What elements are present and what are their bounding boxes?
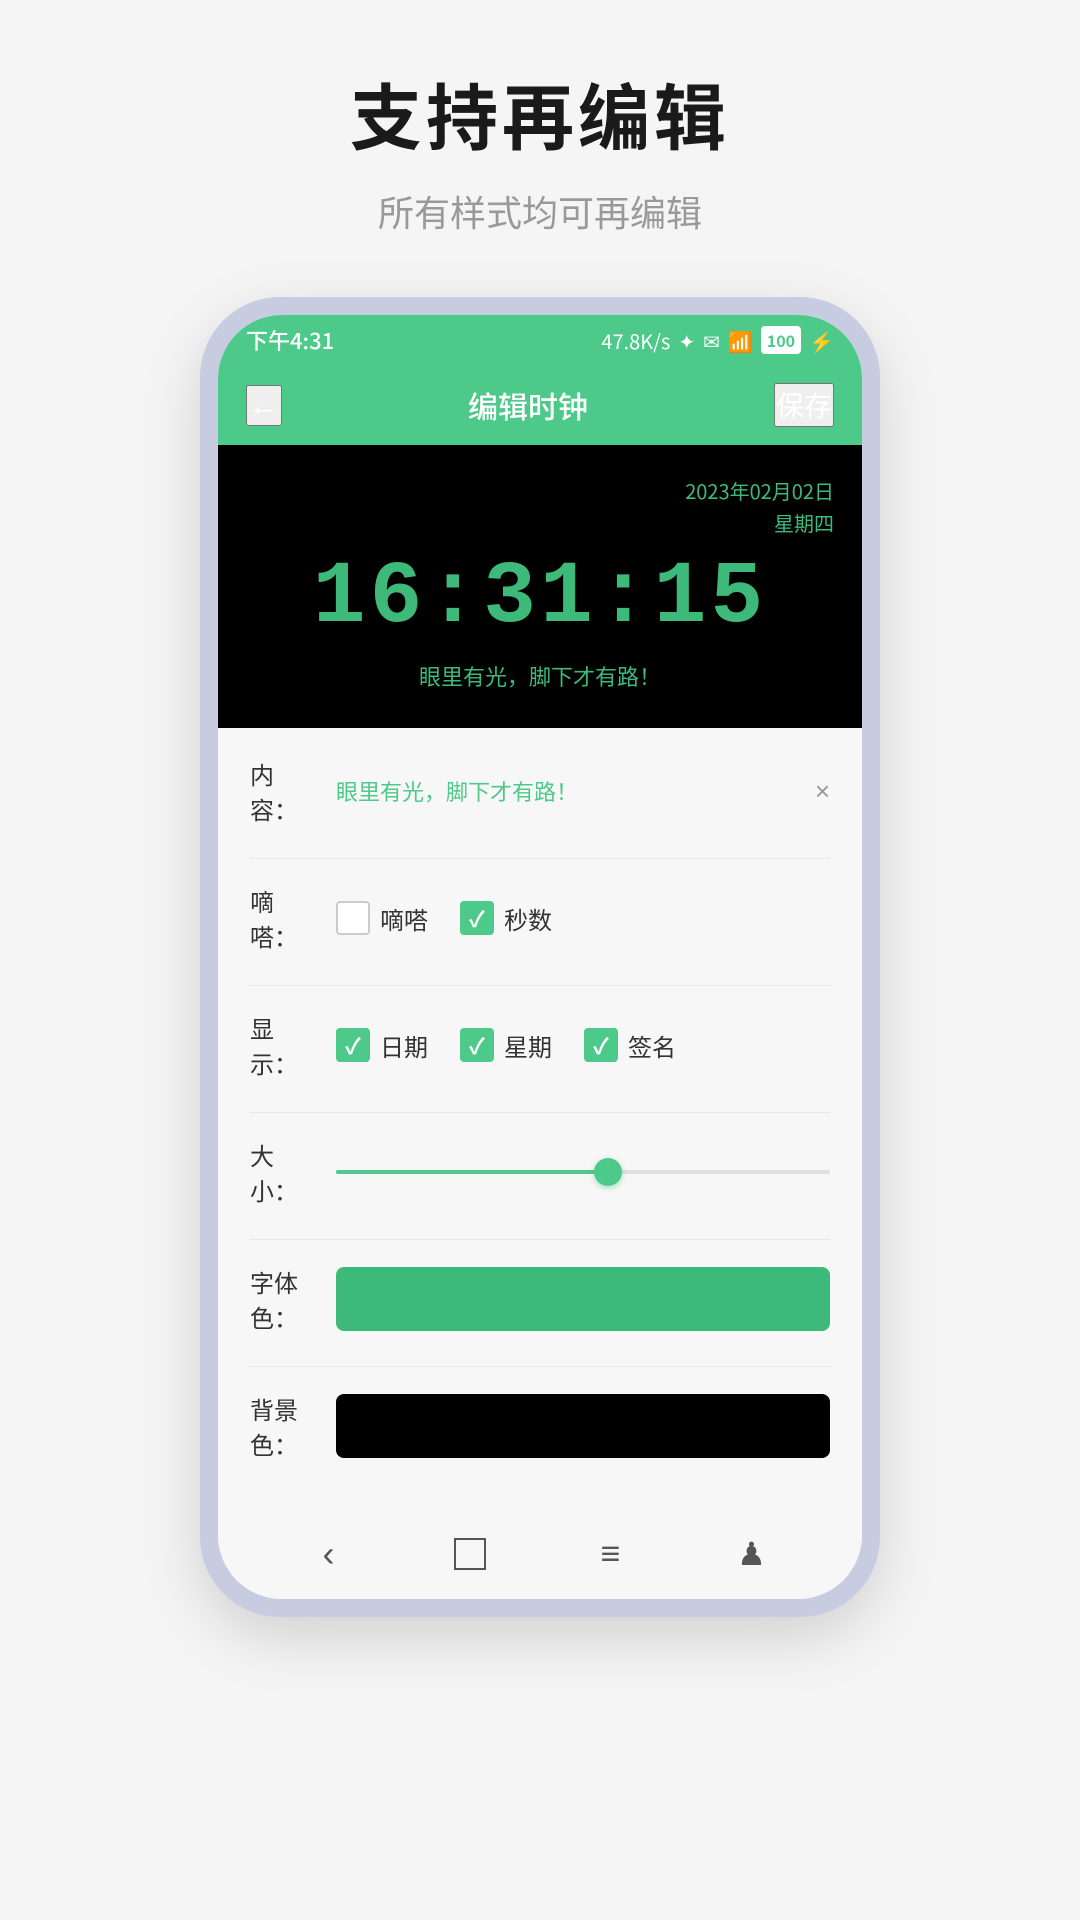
display-sign-checkbox[interactable] — [584, 1028, 618, 1062]
size-label: 大小： — [250, 1137, 320, 1207]
clock-time: 16:31:15 — [246, 549, 834, 648]
font-color-button[interactable] — [336, 1267, 830, 1331]
status-time: 下午4:31 — [246, 324, 334, 356]
settings-panel: 内容： × 嘀嗒： 嘀嗒 秒数 — [218, 728, 862, 1509]
status-bar: 下午4:31 47.8K/s ✦ ✉ 📶 100 ⚡ — [218, 315, 862, 365]
display-row: 显示： 日期 星期 签名 — [250, 1010, 830, 1080]
slider-fill — [336, 1170, 608, 1174]
slider-track — [336, 1170, 830, 1174]
chime-checkbox-unchecked[interactable] — [336, 901, 370, 935]
clock-date: 2023年02月02日 星期四 — [246, 475, 834, 539]
clock-date-text: 2023年02月02日 — [246, 475, 834, 507]
bg-color-row: 背景色： — [250, 1391, 830, 1461]
clock-preview: 2023年02月02日 星期四 16:31:15 眼里有光，脚下才有路！ — [218, 445, 862, 728]
display-sign-label: 签名 — [628, 1028, 676, 1063]
nav-home-button[interactable] — [440, 1524, 500, 1584]
bg-color-button[interactable] — [336, 1394, 830, 1458]
divider-1 — [250, 858, 830, 859]
display-date-item[interactable]: 日期 — [336, 1028, 428, 1063]
font-color-row: 字体色： — [250, 1264, 830, 1334]
phone-inner: 下午4:31 47.8K/s ✦ ✉ 📶 100 ⚡ ← 编辑时钟 保存 202… — [218, 315, 862, 1599]
charging-icon: ⚡ — [809, 326, 834, 355]
clock-weekday-text: 星期四 — [246, 507, 834, 539]
clear-content-button[interactable]: × — [815, 776, 830, 807]
phone-frame: 下午4:31 47.8K/s ✦ ✉ 📶 100 ⚡ ← 编辑时钟 保存 202… — [200, 297, 880, 1617]
size-slider[interactable] — [336, 1152, 830, 1192]
divider-2 — [250, 985, 830, 986]
wifi-icon: 📶 — [728, 326, 753, 355]
chime-row: 嘀嗒： 嘀嗒 秒数 — [250, 883, 830, 953]
bottom-nav: ‹ ≡ ♟ — [218, 1509, 862, 1599]
network-speed: 47.8K/s — [601, 326, 670, 355]
divider-3 — [250, 1112, 830, 1113]
clock-motto: 眼里有光，脚下才有路！ — [246, 660, 834, 692]
status-icons: 47.8K/s ✦ ✉ 📶 100 ⚡ — [601, 326, 834, 355]
divider-4 — [250, 1239, 830, 1240]
display-week-checkbox[interactable] — [460, 1028, 494, 1062]
app-bar-title: 编辑时钟 — [468, 383, 588, 427]
back-button[interactable]: ← — [246, 385, 282, 426]
display-date-checkbox[interactable] — [336, 1028, 370, 1062]
display-checkboxes: 日期 星期 签名 — [336, 1028, 830, 1063]
nav-accessibility-button[interactable]: ♟ — [722, 1524, 782, 1584]
content-input[interactable] — [336, 778, 799, 804]
message-icon: ✉ — [703, 326, 720, 355]
size-row: 大小： — [250, 1137, 830, 1207]
nav-menu-button[interactable]: ≡ — [581, 1524, 641, 1584]
nav-menu-icon: ≡ — [601, 1535, 621, 1574]
display-sign-item[interactable]: 签名 — [584, 1028, 676, 1063]
save-button[interactable]: 保存 — [774, 383, 834, 427]
chime-checkboxes: 嘀嗒 秒数 — [336, 901, 830, 936]
chime-checkbox-checked[interactable] — [460, 901, 494, 935]
nav-home-icon — [454, 1538, 486, 1570]
nav-back-button[interactable]: ‹ — [299, 1524, 359, 1584]
app-bar: ← 编辑时钟 保存 — [218, 365, 862, 445]
slider-thumb[interactable] — [594, 1158, 622, 1186]
nav-back-icon: ‹ — [323, 1533, 335, 1575]
chime-seconds-item[interactable]: 秒数 — [460, 901, 552, 936]
chime-unchecked-label: 嘀嗒 — [380, 901, 428, 936]
display-label: 显示： — [250, 1010, 320, 1080]
display-week-item[interactable]: 星期 — [460, 1028, 552, 1063]
display-week-label: 星期 — [504, 1028, 552, 1063]
nav-accessibility-icon: ♟ — [737, 1535, 766, 1573]
page-header: 支持再编辑 所有样式均可再编辑 — [350, 60, 730, 237]
display-date-label: 日期 — [380, 1028, 428, 1063]
page-title: 支持再编辑 — [350, 60, 730, 165]
page-subtitle: 所有样式均可再编辑 — [350, 185, 730, 237]
content-row: 内容： × — [250, 756, 830, 826]
battery-indicator: 100 — [761, 326, 801, 354]
bg-color-label: 背景色： — [250, 1391, 320, 1461]
content-label: 内容： — [250, 756, 320, 826]
chime-unchecked-item[interactable]: 嘀嗒 — [336, 901, 428, 936]
divider-5 — [250, 1366, 830, 1367]
font-color-label: 字体色： — [250, 1264, 320, 1334]
bluetooth-icon: ✦ — [678, 326, 695, 355]
chime-checked-label: 秒数 — [504, 901, 552, 936]
chime-label: 嘀嗒： — [250, 883, 320, 953]
